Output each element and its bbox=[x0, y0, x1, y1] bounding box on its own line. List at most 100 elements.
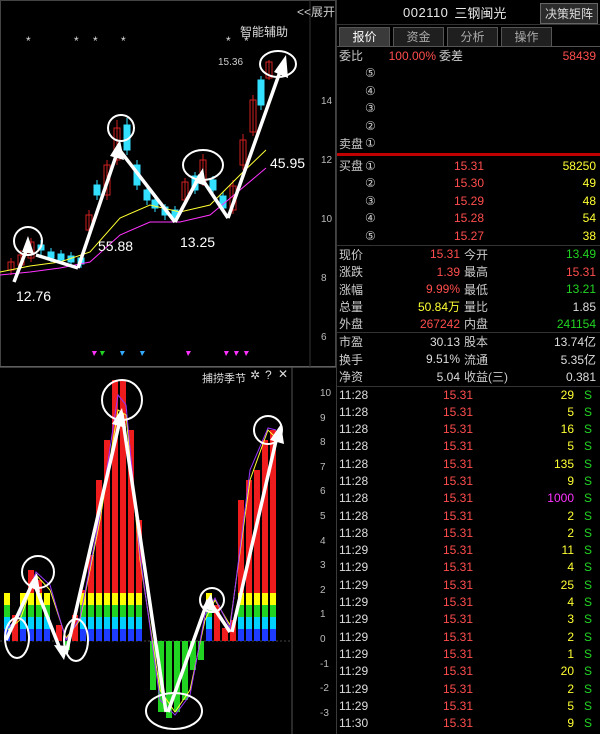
indicator-name[interactable]: 捕捞季节 bbox=[202, 370, 246, 386]
quote-label: 今开 bbox=[464, 247, 489, 262]
buy-order-row[interactable]: ③ 15.29 48 bbox=[337, 192, 600, 210]
tick-side: S bbox=[583, 560, 592, 575]
star-marker: * bbox=[26, 34, 31, 48]
buy-order-row[interactable]: ④ 15.28 54 bbox=[337, 210, 600, 228]
tick-row[interactable]: 11:28 15.31 5 S bbox=[337, 438, 600, 455]
tick-row[interactable]: 11:28 15.31 1000 S bbox=[337, 490, 600, 507]
annotation-value: 45.95 bbox=[270, 155, 306, 171]
sell-order-row[interactable]: ② bbox=[337, 117, 600, 135]
sell-order-row[interactable]: 卖盘 ① bbox=[337, 135, 600, 153]
order-level: ① bbox=[365, 158, 376, 173]
quote-label: 换手 bbox=[339, 352, 364, 367]
sell-order-row[interactable]: ⑤ bbox=[337, 65, 600, 83]
expand-button[interactable]: <<展开 bbox=[297, 3, 335, 20]
tick-row[interactable]: 11:28 15.31 5 S bbox=[337, 404, 600, 421]
indicator-bar-segment bbox=[88, 605, 94, 617]
tick-row[interactable]: 11:29 15.31 2 S bbox=[337, 629, 600, 646]
sell-order-row[interactable]: ③ bbox=[337, 100, 600, 118]
tick-side: S bbox=[583, 404, 592, 419]
tick-time: 11:30 bbox=[339, 716, 369, 731]
indicator-bar-segment bbox=[36, 605, 42, 617]
tick-volume: 3 bbox=[567, 612, 574, 627]
tick-row[interactable]: 11:29 15.31 3 S bbox=[337, 611, 600, 628]
buy-order-row[interactable]: 买盘 ① 15.31 58250 bbox=[337, 157, 600, 175]
tick-row[interactable]: 11:28 15.31 9 S bbox=[337, 473, 600, 490]
quote-value: 50.84万 bbox=[417, 300, 460, 315]
tick-price: 15.31 bbox=[443, 404, 474, 419]
tick-row[interactable]: 11:28 15.31 2 S bbox=[337, 508, 600, 525]
weibi-value: 100.00% bbox=[388, 48, 436, 63]
tick-row[interactable]: 11:29 15.31 2 S bbox=[337, 681, 600, 698]
tick-volume: 1 bbox=[567, 646, 574, 661]
order-price: 15.30 bbox=[453, 176, 484, 191]
quote-label: 市盈 bbox=[339, 335, 364, 350]
tick-row[interactable]: 11:28 15.31 29 S bbox=[337, 387, 600, 404]
tick-volume: 2 bbox=[567, 681, 574, 696]
tick-row[interactable]: 11:29 15.31 4 S bbox=[337, 594, 600, 611]
tick-time: 11:28 bbox=[339, 422, 369, 437]
tick-time: 11:29 bbox=[339, 698, 369, 713]
order-level: ⑤ bbox=[365, 66, 376, 81]
indicator-bar-segment bbox=[136, 629, 142, 641]
quote-value: 9.51% bbox=[425, 352, 460, 367]
quote-value: 267242 bbox=[419, 316, 460, 331]
close-icon[interactable]: ✕ bbox=[278, 367, 288, 381]
sell-orders: ⑤ ④ ③ ② 卖盘 ① bbox=[337, 65, 600, 153]
tick-row[interactable]: 11:29 15.31 5 S bbox=[337, 698, 600, 715]
sell-order-row[interactable]: ④ bbox=[337, 82, 600, 100]
quote-label: 总量 bbox=[339, 300, 364, 315]
indicator-bar-segment bbox=[246, 629, 252, 641]
indicator-bar-segment bbox=[36, 629, 42, 641]
tab-quote[interactable]: 报价 bbox=[339, 27, 390, 47]
quote-label: 股本 bbox=[464, 335, 489, 350]
gear-icon[interactable]: ✲ bbox=[250, 368, 260, 382]
tick-row[interactable]: 11:29 15.31 20 S bbox=[337, 663, 600, 680]
tick-time: 11:29 bbox=[339, 664, 369, 679]
quote-value: 9.99% bbox=[425, 282, 460, 297]
indicator-bar-segment bbox=[4, 605, 10, 617]
indicator-bar-segment bbox=[246, 617, 252, 629]
tick-volume: 4 bbox=[567, 595, 574, 610]
tab-operation[interactable]: 操作 bbox=[501, 27, 552, 47]
tick-row[interactable]: 11:29 15.31 11 S bbox=[337, 542, 600, 559]
stock-name: 三钢闽光 bbox=[454, 5, 507, 21]
tick-volume: 9 bbox=[567, 473, 574, 488]
indicator-bar-segment bbox=[128, 593, 134, 605]
tick-time: 11:28 bbox=[339, 525, 369, 540]
tick-price: 15.31 bbox=[443, 664, 474, 679]
quote-label: 流通 bbox=[464, 352, 489, 367]
tick-row[interactable]: 11:29 15.31 25 S bbox=[337, 577, 600, 594]
quote-stats: 现价 15.31 今开 13.49 涨跌 1.39 最高 15.31 涨幅 9.99% 最低 13.2… bbox=[337, 244, 600, 386]
tick-row[interactable]: 11:28 15.31 16 S bbox=[337, 421, 600, 438]
decision-matrix-button[interactable]: 决策矩阵 bbox=[539, 3, 598, 24]
tick-row[interactable]: 11:29 15.31 4 S bbox=[337, 559, 600, 576]
tick-row[interactable]: 11:30 15.31 9 S bbox=[337, 715, 600, 732]
tick-row[interactable]: 11:28 15.31 135 S bbox=[337, 456, 600, 473]
tick-row[interactable]: 11:28 15.31 2 S bbox=[337, 525, 600, 542]
indicator-bar-segment bbox=[128, 617, 134, 629]
annotation-value: 13.25 bbox=[180, 234, 216, 250]
star-marker: * bbox=[93, 34, 98, 48]
indicator-bar-segment bbox=[80, 629, 86, 641]
quote-label: 外盘 bbox=[339, 317, 364, 332]
tick-row[interactable]: 11:29 15.31 1 S bbox=[337, 646, 600, 663]
indicator-bar-segment bbox=[28, 605, 34, 617]
kline-chart[interactable]: <<展开 智能辅助 * * * * * * 15.36 14 12 10 8 6… bbox=[0, 0, 336, 734]
tab-analysis[interactable]: 分析 bbox=[447, 27, 498, 47]
quote-value: 30.13 bbox=[429, 334, 460, 349]
tick-volume: 2 bbox=[567, 508, 574, 523]
tick-list[interactable]: 11:28 15.31 29 S 11:28 15.31 5 S 11:28 15.31 16 S 11… bbox=[337, 385, 600, 733]
tab-capital[interactable]: 资金 bbox=[393, 27, 444, 47]
tick-volume: 2 bbox=[567, 525, 574, 540]
help-icon[interactable]: ? bbox=[265, 368, 272, 382]
indicator-bar-segment bbox=[136, 605, 142, 617]
quote-value: 0.381 bbox=[565, 369, 596, 384]
buy-order-row[interactable]: ② 15.30 49 bbox=[337, 175, 600, 193]
buy-order-row[interactable]: ⑤ 15.27 38 bbox=[337, 227, 600, 245]
indicator-bar-segment bbox=[104, 629, 110, 641]
order-level: ④ bbox=[365, 211, 376, 226]
buy-orders: 买盘 ① 15.31 58250 ② 15.30 49 ③ 15.29 48 ④ 15.28 54 ⑤ 15… bbox=[337, 157, 600, 245]
sub-axis-label: -3 bbox=[320, 707, 329, 719]
tick-time: 11:28 bbox=[339, 456, 369, 471]
candle-body bbox=[209, 179, 217, 191]
